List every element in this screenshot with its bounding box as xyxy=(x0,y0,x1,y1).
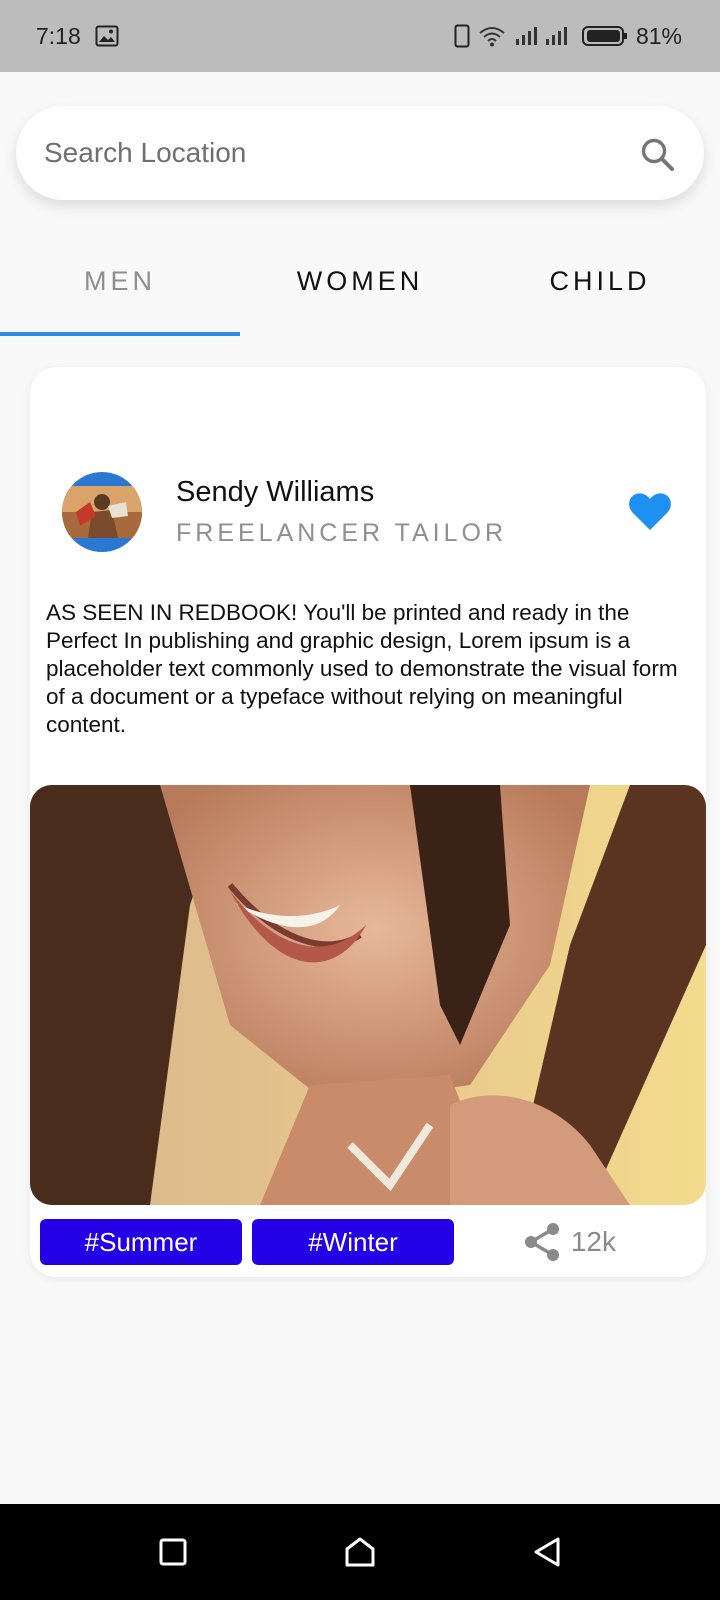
post-description: AS SEEN IN REDBOOK! You'll be printed an… xyxy=(46,600,678,737)
status-time: 7:18 xyxy=(36,22,81,49)
wifi-icon xyxy=(478,25,506,47)
phone-icon xyxy=(454,24,470,48)
search-input[interactable] xyxy=(44,137,604,169)
search-icon[interactable] xyxy=(640,137,676,173)
tag-chip[interactable]: #Summer xyxy=(40,1219,242,1265)
system-nav-bar xyxy=(0,1504,720,1600)
tab-child[interactable]: CHILD xyxy=(480,240,720,336)
share-icon xyxy=(523,1222,563,1262)
post-card: Sendy Williams FREELANCER TAILOR AS SEEN… xyxy=(30,367,706,1277)
image-icon xyxy=(95,25,119,47)
share-count: 12k xyxy=(570,1226,616,1257)
back-icon[interactable] xyxy=(517,1522,577,1582)
avatar[interactable] xyxy=(62,472,142,552)
author-name[interactable]: Sendy Williams xyxy=(176,476,507,509)
tag-chip[interactable]: #Winter xyxy=(252,1219,454,1265)
home-icon[interactable] xyxy=(330,1522,390,1582)
recents-icon[interactable] xyxy=(143,1522,203,1582)
tab-women[interactable]: WOMEN xyxy=(240,240,480,336)
search-bar[interactable] xyxy=(16,106,704,200)
share-button[interactable]: 12k xyxy=(523,1222,616,1262)
author-role: FREELANCER TAILOR xyxy=(176,519,508,547)
battery-icon xyxy=(581,24,628,48)
battery-percent: 81% xyxy=(635,22,682,49)
post-author: Sendy Williams FREELANCER TAILOR xyxy=(62,471,672,553)
status-bar: 7:18 81% xyxy=(0,0,720,72)
category-tabs: MEN WOMEN CHILD xyxy=(0,240,720,336)
post-photo[interactable] xyxy=(30,785,706,1205)
tab-men[interactable]: MEN xyxy=(0,240,240,336)
heart-icon[interactable] xyxy=(628,492,672,532)
post-footer: #Summer #Winter 12k xyxy=(40,1219,696,1265)
signal-icon xyxy=(514,25,574,47)
